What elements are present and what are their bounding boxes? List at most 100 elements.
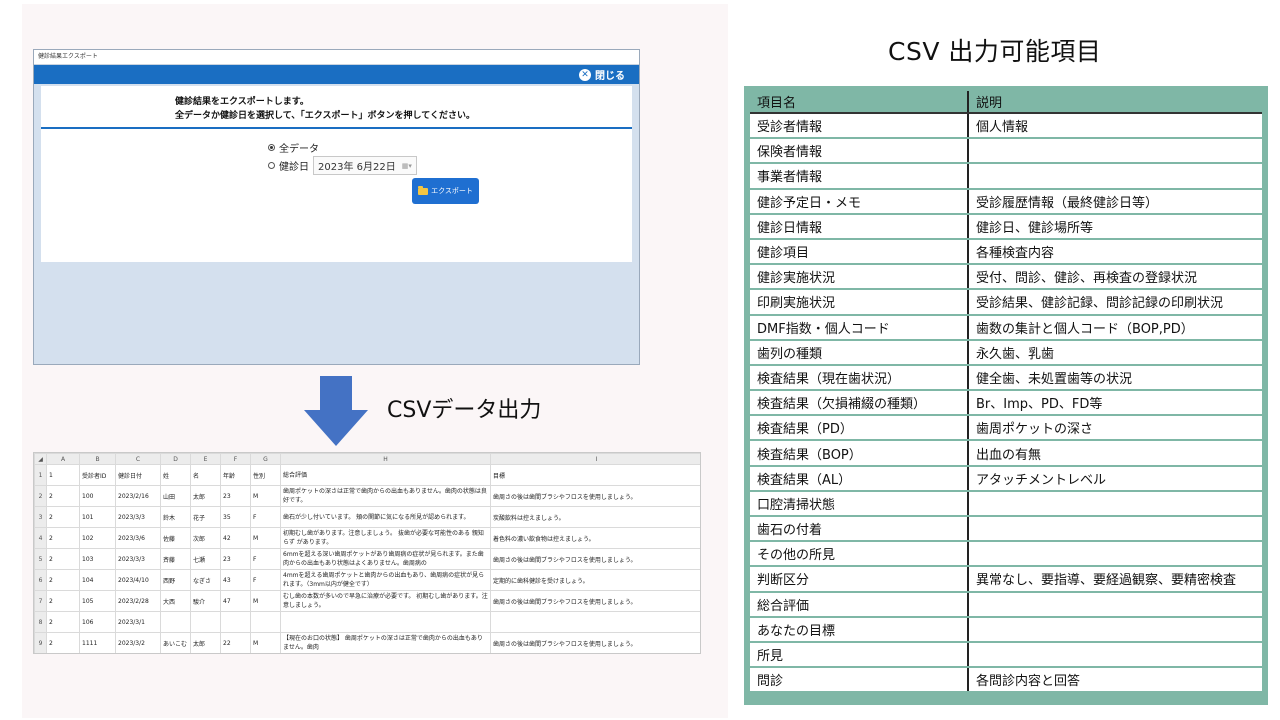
sheet-cell[interactable]: 2023/3/2 (115, 632, 161, 653)
sheet-cell[interactable]: 名 (190, 464, 221, 486)
sheet-cell[interactable]: 2 (46, 548, 80, 570)
sheet-cell[interactable] (220, 611, 251, 633)
sheet-cell[interactable]: 太郎 (190, 485, 221, 507)
sheet-row[interactable]: 6 2 104 2023/4/10 西野 なぎさ 43 F 4mmを超える歯周ポケットと歯肉から… (34, 569, 700, 591)
sheet-row[interactable]: 4 2 102 2023/3/6 佐藤 次郎 42 M 初期むし歯があります。注意しましょう。 … (34, 527, 700, 549)
sheet-row[interactable]: 3 2 101 2023/3/3 鈴木 花子 35 F 歯石が少し付いています。 頬の関節に気に… (34, 506, 700, 528)
sheet-cell[interactable]: 43 (220, 569, 251, 591)
column-header[interactable]: D (160, 453, 191, 465)
sheet-cell[interactable]: 106 (79, 611, 116, 633)
sheet-cell[interactable]: 山田 (160, 485, 191, 507)
sheet-cell[interactable]: 着色料の濃い飲食物は控えましょう。 (490, 527, 700, 549)
sheet-cell[interactable]: 歯周さの後は歯間ブラシやフロスを使用しましょう。 (490, 632, 700, 653)
sheet-cell[interactable]: F (250, 569, 281, 591)
sheet-cell[interactable]: 104 (79, 569, 116, 591)
calendar-icon[interactable]: ▦▾ (402, 162, 412, 170)
sheet-cell[interactable]: なぎさ (190, 569, 221, 591)
option-all-data[interactable]: 全データ (268, 140, 319, 155)
sheet-cell[interactable]: 22 (220, 632, 251, 653)
sheet-row[interactable]: 8 2 106 2023/3/1 (34, 611, 700, 633)
column-header[interactable]: I (490, 453, 700, 465)
sheet-row[interactable]: 2 2 100 2023/2/16 山田 太郎 23 M 歯周ポケットの深さは正常で歯肉からの出… (34, 485, 700, 507)
sheet-cell[interactable]: 2023/3/3 (115, 506, 161, 528)
sheet-cell[interactable]: むし歯の本数が多いので早急に治療が必要です。 初期むし歯があります。注意しましょ… (280, 590, 491, 612)
row-number[interactable]: 6 (34, 569, 47, 591)
sheet-cell[interactable]: M (250, 590, 281, 612)
export-button[interactable]: エクスポート (412, 178, 479, 204)
sheet-cell[interactable]: 年齢 (220, 464, 251, 486)
sheet-cell[interactable] (160, 611, 191, 633)
sheet-cell[interactable]: 性別 (250, 464, 281, 486)
sheet-cell[interactable]: 105 (79, 590, 116, 612)
sheet-cell[interactable]: 2 (46, 611, 80, 633)
sheet-cell[interactable]: 2 (46, 506, 80, 528)
sheet-cell[interactable]: 2023/2/16 (115, 485, 161, 507)
sheet-cell[interactable]: 歯周さの後は歯間ブラシやフロスを使用しましょう。 (490, 548, 700, 570)
sheet-row[interactable]: 1 1 受診者ID 健診日付姓名年齢 性別 総合評価 目標 (34, 464, 700, 486)
sheet-cell[interactable]: 炭酸飲料は控えましょう。 (490, 506, 700, 528)
sheet-cell[interactable]: 2023/3/1 (115, 611, 161, 633)
sheet-cell[interactable]: 歯周さの後は歯間ブラシやフロスを使用しましょう。 (490, 485, 700, 507)
sheet-cell[interactable]: 47 (220, 590, 251, 612)
sheet-cell[interactable] (490, 611, 700, 633)
sheet-cell[interactable]: 定期的に歯科健診を受けましょう。 (490, 569, 700, 591)
sheet-cell[interactable]: 歯周さの後は歯間ブラシやフロスを使用しましょう。 (490, 590, 700, 612)
sheet-cell[interactable]: 101 (79, 506, 116, 528)
sheet-cell[interactable]: 花子 (190, 506, 221, 528)
sheet-cell[interactable]: 2 (46, 485, 80, 507)
row-number[interactable]: 5 (34, 548, 47, 570)
sheet-cell[interactable]: 歯周ポケットの深さは正常で歯肉からの出血もありません。歯肉の状態は良好です。 (280, 485, 491, 507)
close-button[interactable]: ✕ 閉じる (579, 67, 625, 82)
date-picker[interactable]: 2023年 6月22日 ▦▾ (313, 156, 417, 175)
sheet-cell[interactable]: あいこむ (160, 632, 191, 653)
sheet-cell[interactable]: 次郎 (190, 527, 221, 549)
sheet-cell[interactable]: 斉藤 (160, 548, 191, 570)
sheet-row[interactable]: 7 2 105 2023/2/28 大西 駿介 47 M むし歯の本数が多いので早急に治療が必要… (34, 590, 700, 612)
row-number[interactable]: 2 (34, 485, 47, 507)
sheet-cell[interactable]: 2023/3/6 (115, 527, 161, 549)
sheet-corner[interactable]: ◢ (34, 453, 47, 465)
sheet-cell[interactable]: 七瀬 (190, 548, 221, 570)
sheet-cell[interactable]: 2023/2/28 (115, 590, 161, 612)
sheet-cell[interactable] (280, 611, 491, 633)
sheet-cell[interactable]: 42 (220, 527, 251, 549)
radio-all-data[interactable] (268, 144, 275, 151)
row-number[interactable]: 4 (34, 527, 47, 549)
sheet-cell[interactable]: M (250, 485, 281, 507)
sheet-cell[interactable]: 2 (46, 569, 80, 591)
sheet-cell[interactable]: 23 (220, 548, 251, 570)
sheet-cell[interactable]: 目標 (490, 464, 700, 486)
sheet-cell[interactable]: 35 (220, 506, 251, 528)
column-header[interactable]: H (280, 453, 491, 465)
column-header[interactable]: A (46, 453, 80, 465)
sheet-row[interactable]: 5 2 103 2023/3/3 斉藤 七瀬 23 F 6mmを超える深い歯周ポケットがあり歯周… (34, 548, 700, 570)
sheet-cell[interactable]: 歯石が少し付いています。 頬の関節に気になる所見が認められます。 (280, 506, 491, 528)
sheet-cell[interactable]: 姓 (160, 464, 191, 486)
sheet-cell[interactable]: 6mmを超える深い歯周ポケットがあり歯周病の症状が見られます。また歯肉からの出血… (280, 548, 491, 570)
sheet-cell[interactable]: 健診日付 (115, 464, 161, 486)
option-exam-date[interactable]: 健診日 2023年 6月22日 ▦▾ (268, 156, 417, 175)
sheet-cell[interactable]: 2023/4/10 (115, 569, 161, 591)
sheet-cell[interactable]: 23 (220, 485, 251, 507)
sheet-cell[interactable] (250, 611, 281, 633)
column-header[interactable]: C (115, 453, 161, 465)
sheet-cell[interactable]: 102 (79, 527, 116, 549)
sheet-cell[interactable]: 西野 (160, 569, 191, 591)
sheet-cell[interactable]: 2 (46, 632, 80, 653)
sheet-cell[interactable] (190, 611, 221, 633)
sheet-cell[interactable]: 100 (79, 485, 116, 507)
row-number[interactable]: 9 (34, 632, 47, 653)
column-header[interactable]: B (79, 453, 116, 465)
sheet-cell[interactable]: 【現在のお口の状態】 歯周ポケットの深さは正常で歯肉からの出血もありません。歯肉 (280, 632, 491, 653)
column-header[interactable]: F (220, 453, 251, 465)
row-number[interactable]: 3 (34, 506, 47, 528)
sheet-cell[interactable]: 大西 (160, 590, 191, 612)
row-number[interactable]: 1 (34, 464, 47, 486)
sheet-cell[interactable]: 総合評価 (280, 464, 491, 486)
sheet-cell[interactable]: 太郎 (190, 632, 221, 653)
sheet-cell[interactable]: 初期むし歯があります。注意しましょう。 抜歯が必要な可能性のある 親知らず があ… (280, 527, 491, 549)
sheet-cell[interactable]: 2 (46, 527, 80, 549)
column-header[interactable]: G (250, 453, 281, 465)
sheet-cell[interactable]: M (250, 632, 281, 653)
row-number[interactable]: 7 (34, 590, 47, 612)
